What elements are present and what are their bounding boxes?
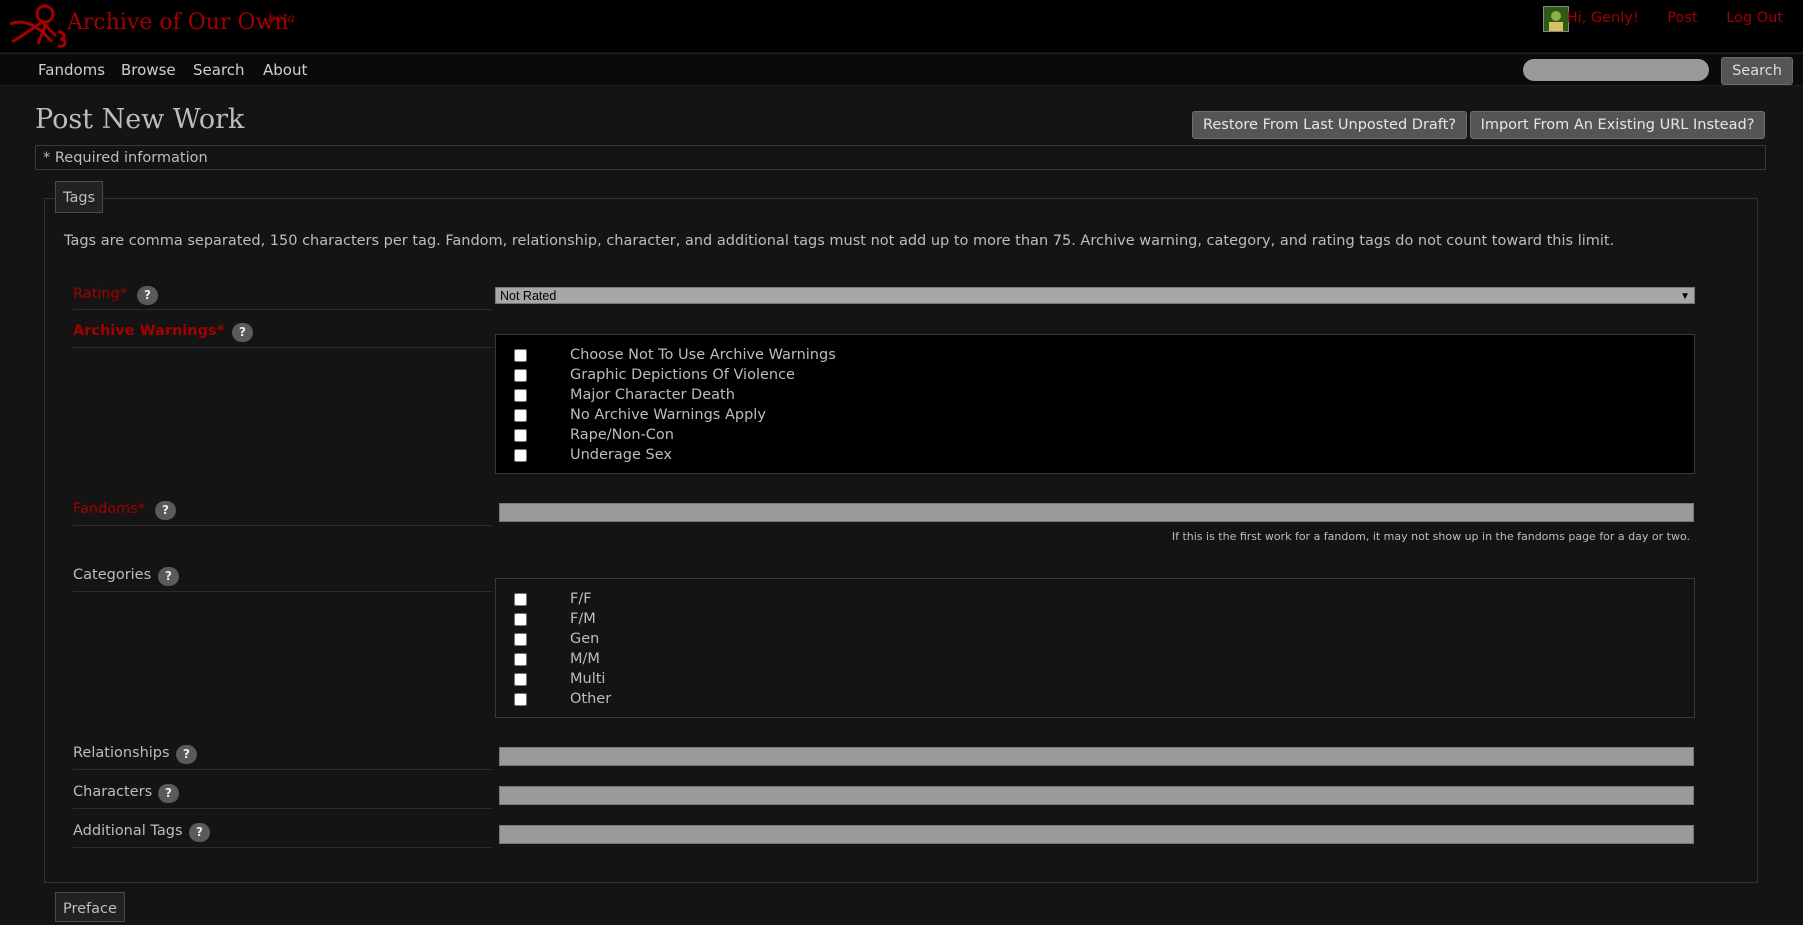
checkbox[interactable]	[514, 429, 527, 442]
characters-input[interactable]	[499, 786, 1694, 805]
checkbox[interactable]	[514, 633, 527, 646]
log-out-link[interactable]: Log Out	[1726, 10, 1783, 26]
categories-divider	[73, 591, 493, 592]
nav-item-browse[interactable]: Browse	[121, 61, 176, 79]
warning-option-label: No Archive Warnings Apply	[570, 407, 766, 423]
primary-nav: Fandoms Browse Search About Search	[0, 53, 1803, 86]
archive-warnings-divider	[73, 347, 493, 348]
fandoms-label: Fandoms*	[73, 501, 146, 517]
checkbox[interactable]	[514, 693, 527, 706]
archive-warnings-help-icon[interactable]: ?	[232, 323, 253, 342]
greeting-link[interactable]: Hi, Genly!	[1567, 10, 1639, 26]
relationships-divider	[73, 769, 493, 770]
category-option-label: Other	[570, 691, 612, 707]
checkbox[interactable]	[514, 389, 527, 402]
restore-draft-button[interactable]: Restore From Last Unposted Draft?	[1192, 111, 1467, 139]
site-title[interactable]: Archive of Our Own	[67, 10, 289, 35]
checkbox[interactable]	[514, 593, 527, 606]
characters-label: Characters	[73, 784, 153, 800]
warning-option-label: Choose Not To Use Archive Warnings	[570, 347, 836, 363]
nav-item-search[interactable]: Search	[193, 61, 245, 79]
search-button[interactable]: Search	[1721, 57, 1793, 85]
warning-option-label: Major Character Death	[570, 387, 735, 403]
rating-help-icon[interactable]: ?	[137, 286, 158, 305]
checkbox[interactable]	[514, 409, 527, 422]
rating-label: Rating*	[73, 286, 127, 302]
additional-tags-help-icon[interactable]: ?	[189, 823, 210, 842]
fandoms-divider	[73, 525, 493, 526]
warning-option-label: Rape/Non-Con	[570, 427, 674, 443]
search-input[interactable]	[1523, 59, 1709, 81]
checkbox[interactable]	[514, 653, 527, 666]
post-link[interactable]: Post	[1667, 10, 1697, 26]
warning-option-label: Graphic Depictions Of Violence	[570, 367, 795, 383]
fandoms-input[interactable]	[499, 503, 1694, 522]
site-beta-label: beta	[268, 11, 295, 25]
ao3-logo-icon[interactable]	[8, 2, 68, 48]
import-url-button[interactable]: Import From An Existing URL Instead?	[1470, 111, 1765, 139]
nav-item-fandoms[interactable]: Fandoms	[38, 61, 105, 79]
checkbox[interactable]	[514, 349, 527, 362]
category-option-label: Gen	[570, 631, 600, 647]
required-info-note: * Required information	[35, 145, 1766, 170]
warning-option-label: Underage Sex	[570, 447, 672, 463]
archive-warnings-label: Archive Warnings*	[73, 323, 225, 339]
rating-divider	[73, 309, 493, 310]
tags-legend: Tags	[55, 181, 104, 213]
checkbox[interactable]	[514, 673, 527, 686]
checkbox[interactable]	[514, 613, 527, 626]
category-option-label: F/F	[570, 591, 592, 607]
archive-warnings-box: Choose Not To Use Archive Warnings Graph…	[495, 334, 1695, 474]
page-title: Post New Work	[35, 104, 245, 135]
fandoms-help-icon[interactable]: ?	[155, 501, 176, 520]
additional-tags-label: Additional Tags	[73, 823, 183, 839]
characters-divider	[73, 808, 493, 809]
relationships-help-icon[interactable]: ?	[176, 745, 197, 764]
characters-help-icon[interactable]: ?	[158, 784, 179, 803]
categories-help-icon[interactable]: ?	[158, 567, 179, 586]
fandoms-note: If this is the first work for a fandom, …	[1171, 530, 1690, 543]
nav-item-about[interactable]: About	[263, 61, 307, 79]
preface-legend: Preface	[55, 892, 125, 922]
checkbox[interactable]	[514, 449, 527, 462]
checkbox[interactable]	[514, 369, 527, 382]
categories-label: Categories	[73, 567, 152, 583]
additional-tags-divider	[73, 847, 493, 848]
user-nav: Hi, Genly! Post Log Out	[1543, 10, 1783, 26]
site-header: Archive of Our Own beta Hi, Genly! Post …	[0, 0, 1803, 52]
chevron-down-icon: ▼	[1680, 291, 1690, 302]
tags-instructions: Tags are comma separated, 150 characters…	[64, 233, 1615, 249]
category-option-label: M/M	[570, 651, 600, 667]
rating-select[interactable]: Not Rated ▼	[495, 287, 1695, 304]
category-option-label: Multi	[570, 671, 606, 687]
categories-box: F/F F/M Gen M/M Multi Other	[495, 578, 1695, 718]
category-option-label: F/M	[570, 611, 596, 627]
relationships-input[interactable]	[499, 747, 1694, 766]
rating-selected-value: Not Rated	[500, 289, 557, 303]
relationships-label: Relationships	[73, 745, 170, 761]
additional-tags-input[interactable]	[499, 825, 1694, 844]
